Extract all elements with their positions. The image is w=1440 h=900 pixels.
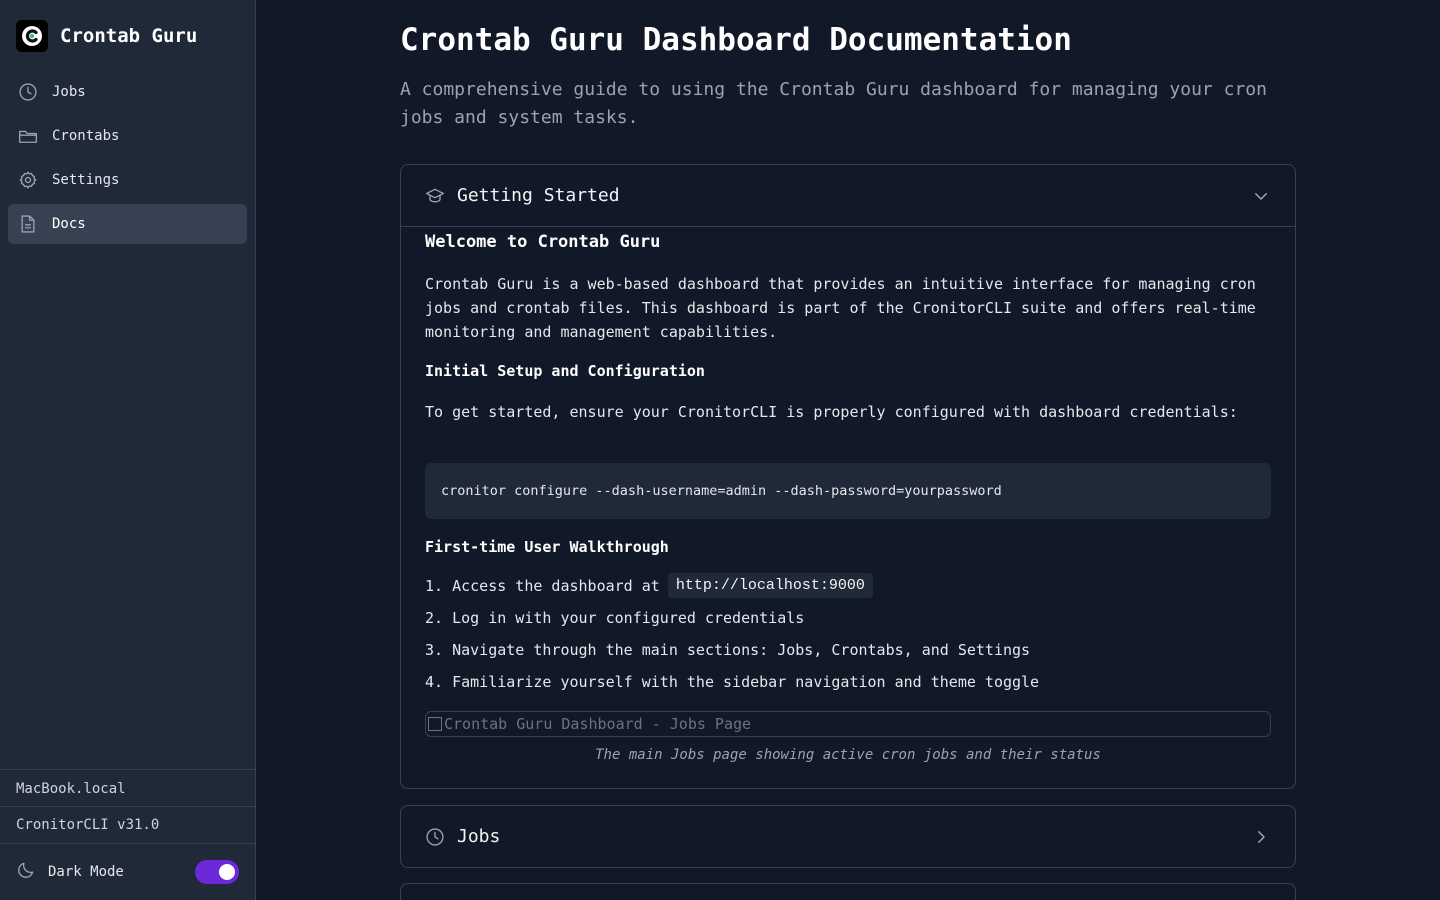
page-title: Crontab Guru Dashboard Documentation xyxy=(400,22,1072,58)
step-text: 1. Access the dashboard at xyxy=(425,576,660,595)
list-item: 3. Navigate through the main sections: J… xyxy=(425,641,1031,659)
inline-code: http://localhost:9000 xyxy=(667,573,873,598)
section-header-getting-started[interactable]: Getting Started xyxy=(401,165,1295,226)
sidebar-item-label: Docs xyxy=(52,216,86,232)
sidebar-item-label: Jobs xyxy=(52,84,86,100)
version-label: CronitorCLI v31.0 xyxy=(0,806,255,843)
sidebar-item-label: Crontabs xyxy=(52,128,120,144)
sidebar-item-jobs[interactable]: Jobs xyxy=(8,72,247,112)
list-item: 4. Familiarize yourself with the sidebar… xyxy=(425,673,1040,691)
section-title: Jobs xyxy=(457,826,501,847)
app-name: Crontab Guru xyxy=(60,25,198,47)
gear-icon xyxy=(18,170,38,190)
sidebar-item-docs[interactable]: Docs xyxy=(8,204,247,244)
toggle-knob xyxy=(219,864,235,880)
setup-heading: Initial Setup and Configuration xyxy=(425,362,705,380)
section-title: Getting Started xyxy=(457,185,620,206)
section-next[interactable] xyxy=(400,883,1296,900)
dark-mode-label: Dark Mode xyxy=(48,864,124,880)
intro-paragraph: Crontab Guru is a web-based dashboard th… xyxy=(425,275,1256,341)
brand[interactable]: Crontab Guru xyxy=(16,20,197,52)
sidebar: Crontab Guru Jobs Crontabs Settings Docs xyxy=(0,0,256,900)
list-item: 1. Access the dashboard at http://localh… xyxy=(425,573,873,598)
folder-icon xyxy=(18,126,38,146)
sidebar-item-crontabs[interactable]: Crontabs xyxy=(8,116,247,156)
app-logo-icon xyxy=(16,20,48,52)
image-alt-text: Crontab Guru Dashboard - Jobs Page xyxy=(444,715,752,733)
section-getting-started: Getting Started Welcome to Crontab Guru … xyxy=(400,164,1296,789)
code-block: cronitor configure --dash-username=admin… xyxy=(425,463,1271,519)
sidebar-item-label: Settings xyxy=(52,172,120,188)
dark-mode-toggle[interactable] xyxy=(195,860,239,884)
page-subtitle: A comprehensive guide to using the Cront… xyxy=(400,79,1267,128)
sidebar-item-settings[interactable]: Settings xyxy=(8,160,247,200)
broken-image-icon xyxy=(428,717,442,731)
welcome-heading: Welcome to Crontab Guru xyxy=(425,232,661,252)
walkthrough-heading: First-time User Walkthrough xyxy=(425,538,669,556)
image-caption: The main Jobs page showing active cron j… xyxy=(595,747,1101,763)
clock-icon xyxy=(18,82,38,102)
section-jobs: Jobs xyxy=(400,805,1296,868)
sidebar-nav: Jobs Crontabs Settings Docs xyxy=(8,72,247,248)
chevron-right-icon[interactable] xyxy=(1251,827,1271,847)
chevron-down-icon[interactable] xyxy=(1251,186,1271,206)
dark-mode-row: Dark Mode xyxy=(0,843,255,900)
list-item: 2. Log in with your configured credentia… xyxy=(425,609,805,627)
document-icon xyxy=(18,214,38,234)
section-body-getting-started: Welcome to Crontab Guru Crontab Guru is … xyxy=(401,226,1295,788)
graduation-cap-icon xyxy=(425,186,445,206)
clock-icon xyxy=(425,827,445,847)
hostname: MacBook.local xyxy=(0,769,255,806)
section-header-jobs[interactable]: Jobs xyxy=(401,806,1295,867)
screenshot-image: Crontab Guru Dashboard - Jobs Page xyxy=(425,711,1271,737)
setup-paragraph: To get started, ensure your CronitorCLI … xyxy=(425,403,1238,421)
moon-icon xyxy=(16,860,36,884)
